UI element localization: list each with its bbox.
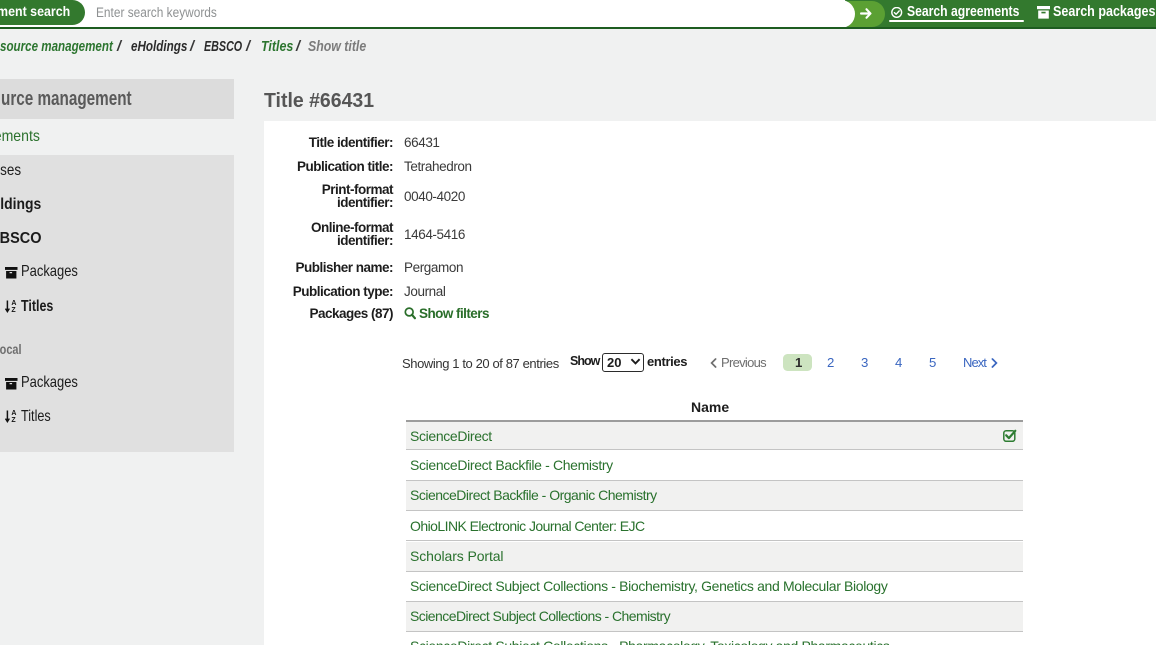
svg-text:Z: Z xyxy=(11,307,16,313)
svg-text:Z: Z xyxy=(11,418,16,424)
svg-text:A: A xyxy=(11,300,16,307)
